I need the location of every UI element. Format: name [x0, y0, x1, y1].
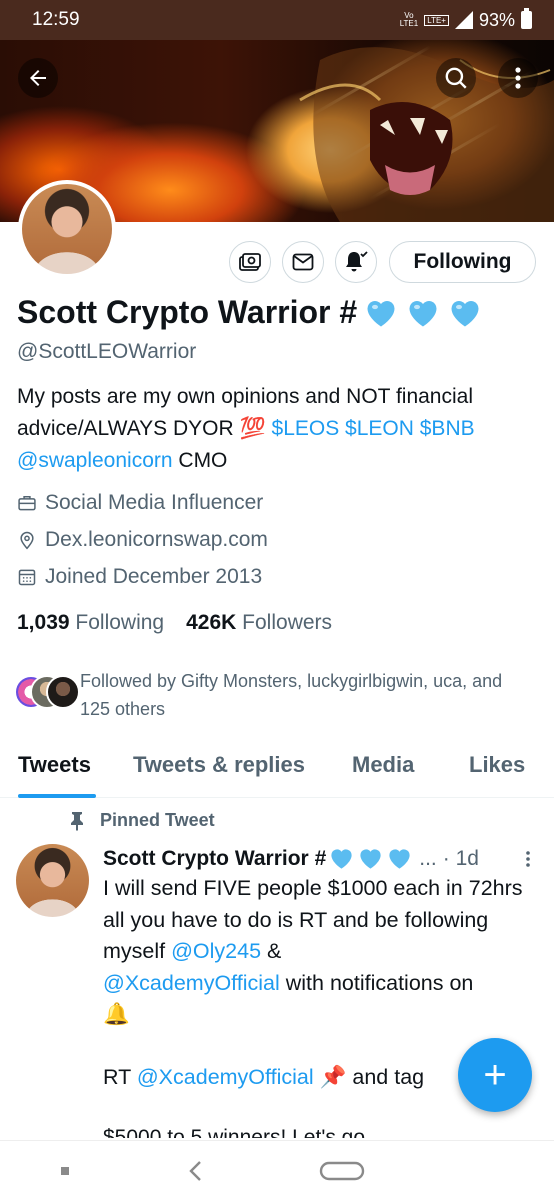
notifications-button[interactable]: [335, 241, 377, 283]
profile-tabs: Tweets Tweets & replies Media Likes: [0, 744, 554, 798]
lte-badge: LTE+: [424, 14, 449, 26]
follow-stats: 1,039 Following 426K Followers: [17, 611, 332, 635]
tweet-more-icon[interactable]: [525, 850, 531, 868]
follower-avatars: [14, 675, 80, 711]
tab-tweets-and-replies[interactable]: Tweets & replies: [133, 752, 305, 778]
followed-by[interactable]: Followed by Gifty Monsters, luckygirlbig…: [14, 667, 534, 723]
blue-heart-icon: [360, 849, 381, 869]
blue-heart-icon: [331, 849, 352, 869]
tweet-ellipsis: ...: [419, 846, 437, 870]
profile-bio: My posts are my own opinions and NOT fin…: [17, 381, 537, 477]
following-stat[interactable]: 1,039 Following: [17, 611, 164, 635]
profile-handle: @ScottLEOWarrior: [17, 340, 197, 363]
compose-tweet-button[interactable]: +: [458, 1038, 532, 1112]
follower-avatar: [46, 675, 80, 709]
blue-heart-icon: [451, 300, 479, 326]
followed-by-text: Followed by Gifty Monsters, luckygirlbig…: [80, 671, 503, 719]
tweet-mention-link[interactable]: @Oly245: [171, 939, 261, 963]
system-back-icon[interactable]: [187, 1159, 203, 1183]
tip-jar-icon: [239, 253, 261, 271]
tip-button[interactable]: [229, 241, 271, 283]
battery-percent: 93%: [478, 9, 515, 30]
more-vertical-icon: [515, 67, 521, 89]
profile-name-text: Scott Crypto Warrior #: [17, 294, 358, 330]
calendar-icon: [18, 569, 36, 586]
location-pin-icon: [20, 531, 34, 550]
blue-heart-icon: [389, 849, 410, 869]
search-button[interactable]: [436, 58, 476, 98]
more-options-button[interactable]: [498, 58, 538, 98]
notification-bell-icon: [346, 251, 368, 272]
tweet-author-avatar[interactable]: [16, 844, 89, 917]
tweet-author-name[interactable]: Scott Crypto Warrior #: [103, 847, 326, 871]
bell-emoji: 🔔: [103, 1002, 130, 1026]
blue-heart-icon: [409, 300, 437, 326]
status-bar: 12:59 Vo LTE1 LTE+ 93%: [0, 0, 554, 40]
active-tab-indicator: [18, 794, 96, 798]
message-button[interactable]: [282, 241, 324, 283]
tweet-mention-link[interactable]: @XcademyOfficial: [137, 1065, 314, 1089]
category-text: Social Media Influencer: [45, 491, 264, 514]
blue-heart-icon: [367, 300, 395, 326]
search-icon: [445, 67, 467, 89]
profile-website: Dex.leonicornswap.com: [17, 528, 268, 552]
followers-stat[interactable]: 426K Followers: [186, 611, 332, 635]
profile-category: Social Media Influencer: [17, 491, 263, 515]
pinned-text: Pinned Tweet: [100, 810, 215, 830]
battery-icon: [521, 8, 532, 29]
pin-emoji: 📌: [319, 1065, 347, 1089]
hundred-points-emoji: 💯: [239, 417, 266, 440]
briefcase-icon: [18, 496, 36, 511]
bio-text-suffix: CMO: [172, 449, 228, 472]
back-button[interactable]: [18, 58, 58, 98]
home-pill-icon[interactable]: [319, 1161, 365, 1181]
pinned-label: Pinned Tweet: [68, 810, 215, 831]
volte-indicator: Vo LTE1: [399, 11, 419, 28]
bio-mention-link[interactable]: @swapleonicorn: [17, 449, 173, 472]
tab-media[interactable]: Media: [352, 752, 414, 778]
bio-cashtags-link[interactable]: $LEOS $LEON $BNB: [272, 417, 475, 440]
tweet-text-cut: $5000 to 5 winners! Let's go: [103, 1128, 365, 1138]
status-icons: Vo LTE1 LTE+ 93%: [399, 8, 532, 31]
profile-name: Scott Crypto Warrior #: [17, 294, 483, 331]
tweet-mention-link[interactable]: @XcademyOfficial: [103, 971, 280, 995]
tab-likes[interactable]: Likes: [469, 752, 525, 778]
website-text[interactable]: Dex.leonicornswap.com: [45, 528, 268, 552]
back-arrow-icon: [30, 70, 46, 86]
tab-tweets[interactable]: Tweets: [18, 752, 91, 778]
mail-icon: [292, 253, 314, 271]
system-nav-bar: [0, 1140, 554, 1200]
tweet-header: Scott Crypto Warrior # ... · 1d: [103, 845, 533, 872]
profile-avatar[interactable]: [18, 180, 116, 278]
following-button[interactable]: Following: [389, 241, 536, 283]
joined-text: Joined December 2013: [45, 565, 263, 588]
recent-apps-icon[interactable]: [58, 1164, 72, 1178]
pin-icon: [71, 811, 83, 831]
plus-icon: +: [483, 1052, 507, 1097]
signal-icon: [454, 11, 473, 29]
profile-joined: Joined December 2013: [17, 565, 262, 589]
status-time: 12:59: [32, 9, 80, 30]
tweet-time: · 1d: [442, 846, 479, 870]
